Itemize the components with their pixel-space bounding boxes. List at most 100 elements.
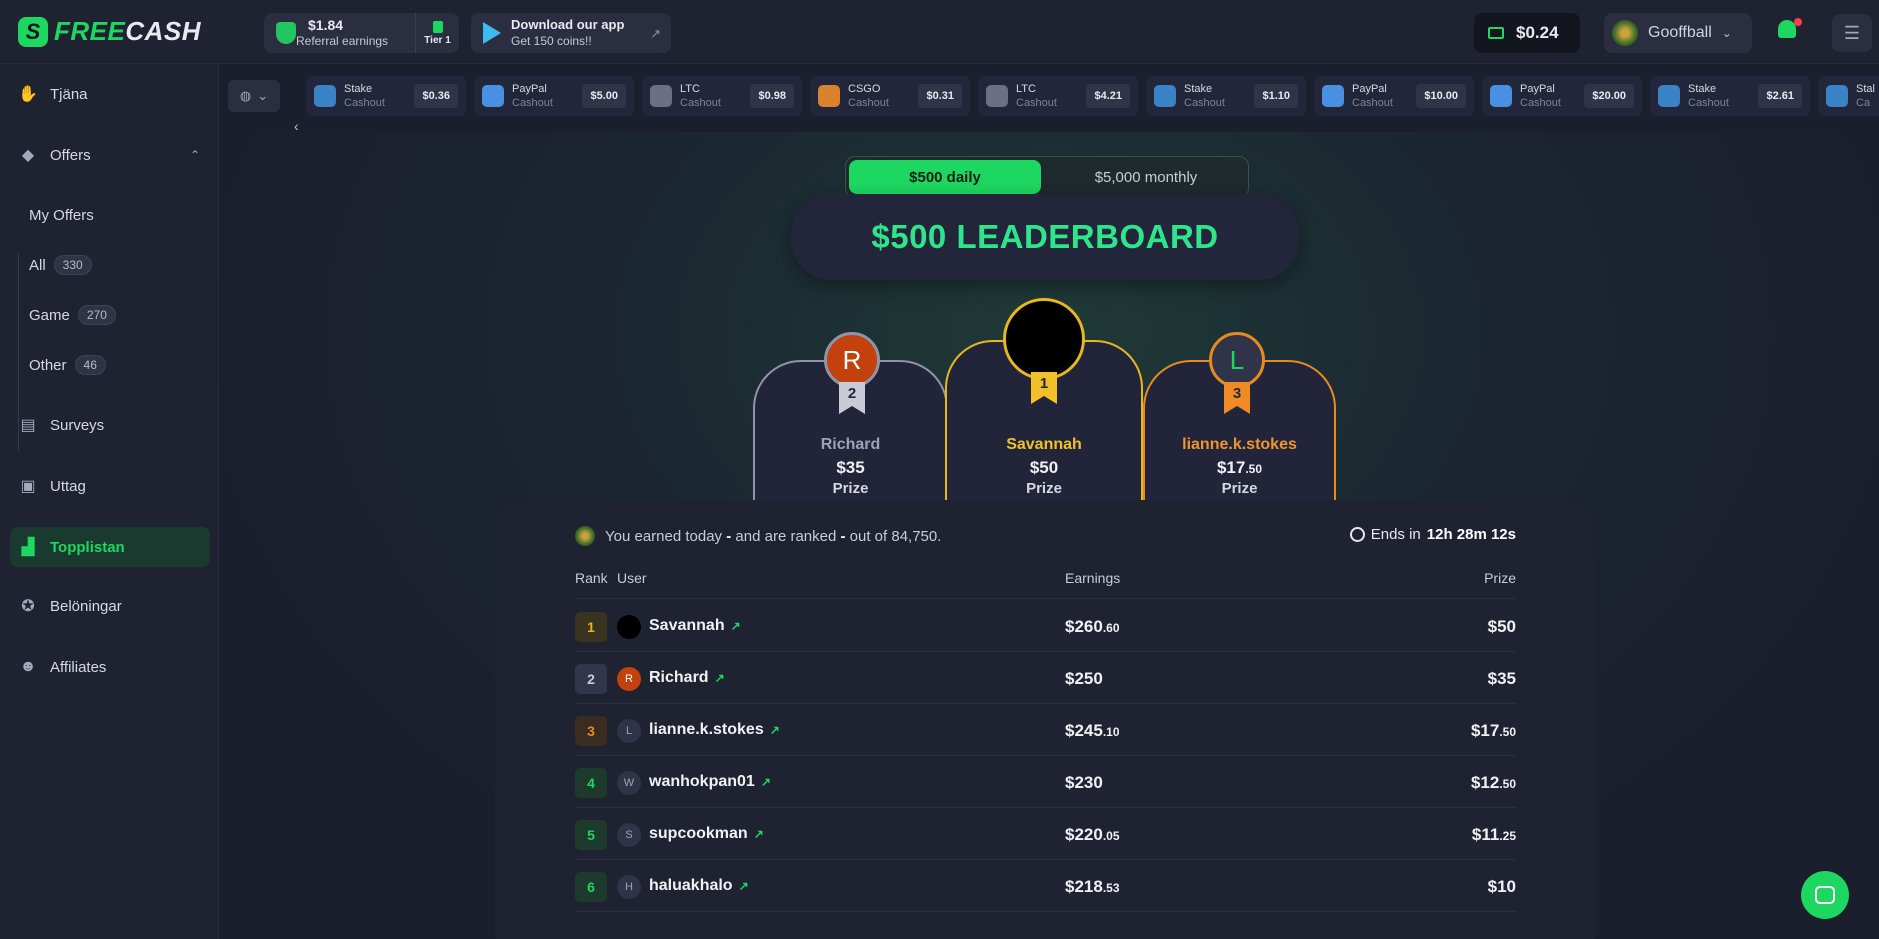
avatar: R <box>617 667 641 691</box>
ticker-type: Cashout <box>1184 97 1225 109</box>
username-link[interactable]: wanhokpan01 ↗ <box>649 773 771 791</box>
notification-dot <box>1794 18 1802 26</box>
rank-badge: 5 <box>575 820 607 850</box>
balance-value: $0.24 <box>1516 23 1559 42</box>
sidebar-subitem-all[interactable]: All 330 <box>29 250 92 280</box>
download-app-button[interactable]: Download our app Get 150 coins!! ↗ <box>471 13 671 53</box>
sidebar-item-tjana[interactable]: ✋ Tjäna <box>10 74 210 114</box>
earn-icon: ✋ <box>18 86 38 103</box>
podium-prize-label: Prize <box>1026 480 1062 497</box>
external-link-icon: ↗ <box>714 671 725 685</box>
ticker-card: PayPal Cashout $20.00 <box>1482 76 1642 116</box>
sidebar-item-label: Topplistan <box>50 538 125 556</box>
payout-method-icon <box>986 85 1008 107</box>
support-chat-button[interactable] <box>1801 871 1849 919</box>
rank-badge: 3 <box>575 716 607 746</box>
payout-method-icon <box>314 85 336 107</box>
ticker-amount: $0.31 <box>918 84 962 108</box>
ticker-amount: $1.10 <box>1254 84 1298 108</box>
ticker-amount: $2.61 <box>1758 84 1802 108</box>
leaderboard-table-panel: You earned today - and are ranked - out … <box>495 500 1596 939</box>
username-link[interactable]: haluakhalo ↗ <box>649 877 749 895</box>
sidebar-item-label: Uttag <box>50 477 86 495</box>
ticker-type: Cashout <box>848 97 889 109</box>
earnings-value: $245.10 <box>1065 721 1120 740</box>
clock-icon <box>1349 527 1365 542</box>
ticker-card: PayPal Cashout $10.00 <box>1314 76 1474 116</box>
ticker-amount: $10.00 <box>1416 84 1466 108</box>
ticker-method: Stake <box>1184 83 1213 95</box>
sidebar-item-beloningar[interactable]: ✪ Belöningar <box>10 586 210 626</box>
leaderboard-icon: ▟ <box>21 539 35 556</box>
ticker-type: Cashout <box>1688 97 1729 109</box>
freecash-logo[interactable]: S FREECASH <box>18 16 201 47</box>
language-selector[interactable]: ◍ ⌄ <box>228 80 280 112</box>
leaderboard-title-box: $500 LEADERBOARD <box>791 194 1299 280</box>
sidebar-subitem-my-offers[interactable]: My Offers <box>29 200 94 230</box>
username: Gooffball <box>1648 24 1712 41</box>
chat-toggle-button[interactable]: ☰ <box>1832 14 1872 52</box>
ticker-type: Cashout <box>680 97 721 109</box>
sidebar-item-uttag[interactable]: ▣ Uttag <box>10 466 210 506</box>
tab-monthly[interactable]: $5,000 monthly <box>1046 160 1246 194</box>
ticker-card: Stake Cashout $1.10 <box>1146 76 1306 116</box>
username-link[interactable]: Savannah ↗ <box>649 617 741 635</box>
ticker-method: PayPal <box>1352 83 1387 95</box>
leaderboard-main: $500 daily $5,000 monthly $500 LEADERBOA… <box>220 132 1879 939</box>
ticker-type: Cashout <box>1016 97 1057 109</box>
avatar <box>1003 298 1085 380</box>
payout-method-icon <box>1490 85 1512 107</box>
podium-prize-label: Prize <box>1221 480 1258 497</box>
users-icon: ☻ <box>19 658 37 675</box>
globe-icon: ◍ <box>239 88 252 103</box>
sidebar-item-topplistan[interactable]: ▟ Topplistan <box>10 527 210 567</box>
logo-mark-icon: S <box>18 16 48 47</box>
award-icon: ✪ <box>21 598 35 615</box>
username-link[interactable]: lianne.k.stokes ↗ <box>649 721 780 739</box>
username-link[interactable]: Richard ↗ <box>649 669 725 687</box>
ticker-method: Stal <box>1856 83 1875 95</box>
tab-daily[interactable]: $500 daily <box>849 160 1041 194</box>
sidebar-subitem-other[interactable]: Other 46 <box>29 350 106 380</box>
sidebar-item-offers[interactable]: ◆ Offers ⌃ <box>10 135 210 175</box>
clipboard-icon: ▤ <box>20 417 36 434</box>
chat-icon: ☰ <box>1843 22 1861 43</box>
balance-button[interactable]: $0.24 <box>1474 13 1580 53</box>
sidebar: ✋ Tjäna ◆ Offers ⌃ My Offers All 330 Game… <box>0 64 219 939</box>
notifications-bell-icon[interactable] <box>1778 18 1802 42</box>
rank-badge: 1 <box>575 612 607 642</box>
user-rank-info: You earned today - and are ranked - out … <box>575 526 941 546</box>
sidebar-item-surveys[interactable]: ▤ Surveys <box>10 405 210 445</box>
payout-method-icon <box>1826 85 1848 107</box>
chevron-down-icon: ⌄ <box>257 88 269 103</box>
ticker-card: LTC Cashout $0.98 <box>642 76 802 116</box>
avatar: S <box>617 823 641 847</box>
app-promo-subtitle: Get 150 coins!! <box>511 34 592 48</box>
sidebar-item-affiliates[interactable]: ☻ Affiliates <box>10 647 210 687</box>
chevron-up-icon: ⌃ <box>189 148 200 162</box>
table-row: 6 Hhaluakhalo ↗ $218.53 $10 <box>575 860 1516 912</box>
table-row: 2 R Richard ↗ $250 $35 <box>575 652 1516 704</box>
ticker-method: PayPal <box>1520 83 1555 95</box>
google-play-icon <box>483 22 501 44</box>
ticker-type: Cashout <box>512 97 553 109</box>
sidebar-subitem-game[interactable]: Game 270 <box>29 300 116 330</box>
ticker-card: LTC Cashout $4.21 <box>978 76 1138 116</box>
ticker-card: Stake Cashout $0.36 <box>306 76 466 116</box>
podium-name: lianne.k.stokes <box>1182 436 1297 453</box>
referral-earnings-button[interactable]: $1.84 Referral earnings Tier 1 <box>264 13 459 53</box>
ticker-amount: $5.00 <box>582 84 626 108</box>
podium-prize-label: Prize <box>832 480 869 497</box>
column-header-earnings: Earnings <box>1065 570 1121 586</box>
cash-icon <box>1488 27 1504 39</box>
ticker-amount: $4.21 <box>1086 84 1130 108</box>
table-row: 3 Llianne.k.stokes ↗ $245.10 $17.50 <box>575 704 1516 756</box>
external-link-icon: ↗ <box>730 619 741 633</box>
rank-badge: 4 <box>575 768 607 798</box>
user-menu-button[interactable]: Gooffball ⌄ <box>1604 13 1752 53</box>
prize-value: $35 <box>1487 669 1516 688</box>
podium-prize: $17.50 <box>1216 458 1263 477</box>
external-link-icon: ↗ <box>769 723 780 737</box>
podium-prize: $50 <box>1029 458 1059 477</box>
username-link[interactable]: supcookman ↗ <box>649 825 764 843</box>
